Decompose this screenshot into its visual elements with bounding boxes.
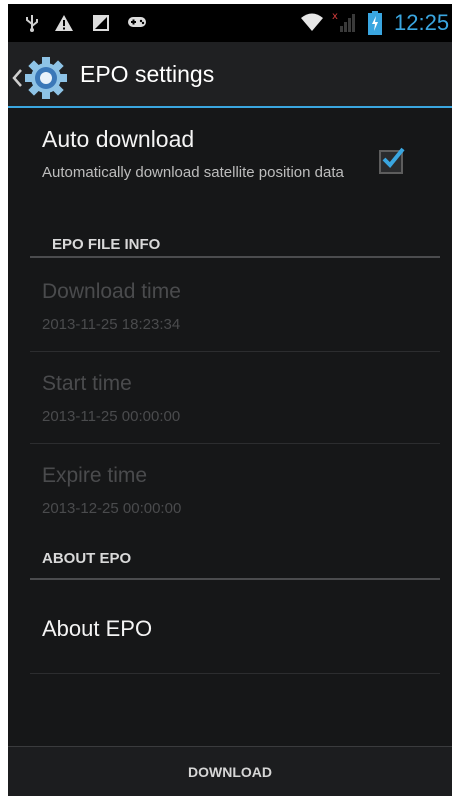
status-time: 12:25 <box>394 10 450 35</box>
gear-icon <box>25 57 67 99</box>
expire-time-value: 2013-12-25 00:00:00 <box>42 500 182 517</box>
download-button[interactable]: DOWNLOAD <box>8 747 452 796</box>
auto-download-checkbox[interactable] <box>379 147 405 174</box>
start-time-title: Start time <box>42 372 132 395</box>
page-title: EPO settings <box>80 61 215 87</box>
download-button-label: DOWNLOAD <box>188 763 272 780</box>
start-time-value: 2013-11-25 00:00:00 <box>42 408 181 425</box>
item-divider <box>30 673 440 674</box>
expire-time-title: Expire time <box>42 464 148 487</box>
download-time-item: Download time 2013-11-25 18:23:34 <box>8 260 452 350</box>
auto-download-title: Auto download <box>42 126 195 152</box>
start-time-item: Start time 2013-11-25 00:00:00 <box>8 352 452 442</box>
download-time-title: Download time <box>42 280 181 303</box>
about-epo-header: ABOUT EPO <box>42 550 132 567</box>
chevron-left-icon <box>12 69 22 87</box>
game-controller-icon <box>128 17 146 27</box>
wifi-icon <box>301 13 323 31</box>
download-time-value: 2013-11-25 18:23:34 <box>42 316 181 333</box>
phone-screen: x 12:25 EPO settings Auto download Autom… <box>8 4 452 796</box>
epo-file-info-header: EPO FILE INFO <box>52 236 161 253</box>
warning-icon <box>55 15 73 31</box>
battery-icon <box>368 11 382 35</box>
auto-download-summary: Automatically download satellite positio… <box>42 164 344 181</box>
image-icon <box>93 15 109 31</box>
about-epo-item[interactable]: About EPO <box>8 580 452 672</box>
up-navigation[interactable] <box>8 56 78 100</box>
auto-download-preference[interactable]: Auto download Automatically download sat… <box>8 108 452 218</box>
expire-time-item: Expire time 2013-12-25 00:00:00 <box>8 444 452 534</box>
svg-text:x: x <box>332 11 338 22</box>
usb-icon <box>26 15 38 32</box>
checkmark-icon <box>382 147 405 168</box>
signal-icon: x <box>332 11 355 32</box>
about-epo-title: About EPO <box>42 616 153 641</box>
status-bar: x 12:25 <box>8 4 452 42</box>
action-bar: EPO settings <box>8 42 452 106</box>
category-divider <box>30 256 440 258</box>
